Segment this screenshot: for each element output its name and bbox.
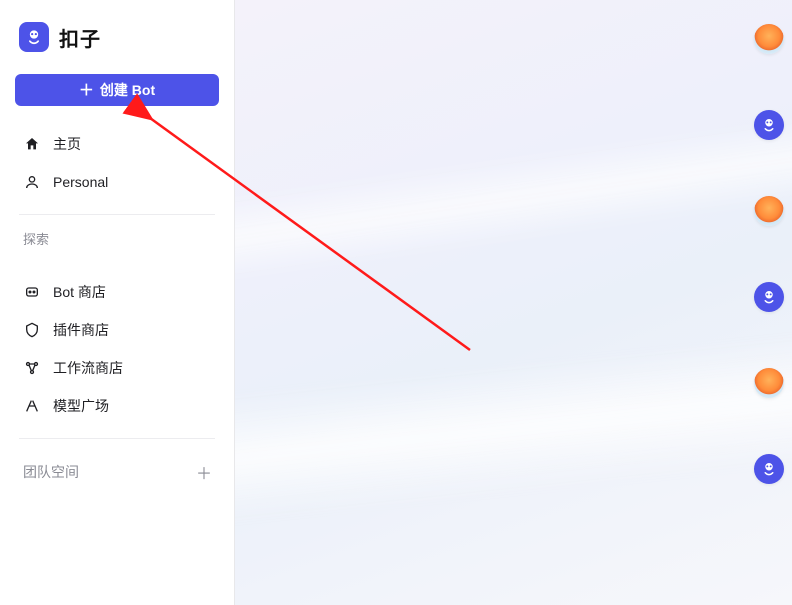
nav-plugin-store-label: 插件商店 [53,320,109,340]
dock-avatar[interactable] [754,368,784,398]
nav-explore: Bot 商店 插件商店 工作流商店 模型广场 [15,274,219,424]
dock-avatar[interactable] [754,110,784,140]
nav-primary: 主页 Personal [15,126,219,200]
brand-logo-icon [19,22,49,52]
workflow-store-icon [23,359,41,377]
nav-home-label: 主页 [53,134,81,154]
dock-avatar[interactable] [754,24,784,54]
nav-personal[interactable]: Personal [15,164,219,200]
sidebar: 扣子 ＋ 创建 Bot 主页 Personal 探索 [0,0,235,605]
divider [19,214,215,215]
nav-bot-store-label: Bot 商店 [53,282,106,302]
dock-avatar[interactable] [754,454,784,484]
brand-name: 扣子 [59,23,101,52]
dock-avatar[interactable] [754,282,784,312]
dock-avatar[interactable] [754,196,784,226]
main-content [235,0,792,605]
plugin-store-icon [23,321,41,339]
team-space: 团队空间 ＋ [15,453,219,483]
nav-model-plaza[interactable]: 模型广场 [15,388,219,424]
nav-model-plaza-label: 模型广场 [53,396,109,416]
plus-icon: ＋ [196,460,212,484]
divider [19,438,215,439]
home-icon [23,135,41,153]
person-icon [23,173,41,191]
brand: 扣子 [15,18,219,68]
nav-personal-label: Personal [53,174,108,190]
team-space-label: 团队空间 [23,462,79,482]
nav-workflow-store-label: 工作流商店 [53,358,123,378]
avatar-dock [746,0,792,605]
nav-bot-store[interactable]: Bot 商店 [15,274,219,310]
bot-store-icon [23,283,41,301]
model-plaza-icon [23,397,41,415]
create-bot-label: 创建 Bot [100,80,155,100]
plus-icon: ＋ [79,83,94,98]
nav-plugin-store[interactable]: 插件商店 [15,312,219,348]
nav-workflow-store[interactable]: 工作流商店 [15,350,219,386]
create-bot-button[interactable]: ＋ 创建 Bot [15,74,219,106]
add-team-button[interactable]: ＋ [193,461,215,483]
explore-section-label: 探索 [15,229,219,254]
nav-home[interactable]: 主页 [15,126,219,162]
